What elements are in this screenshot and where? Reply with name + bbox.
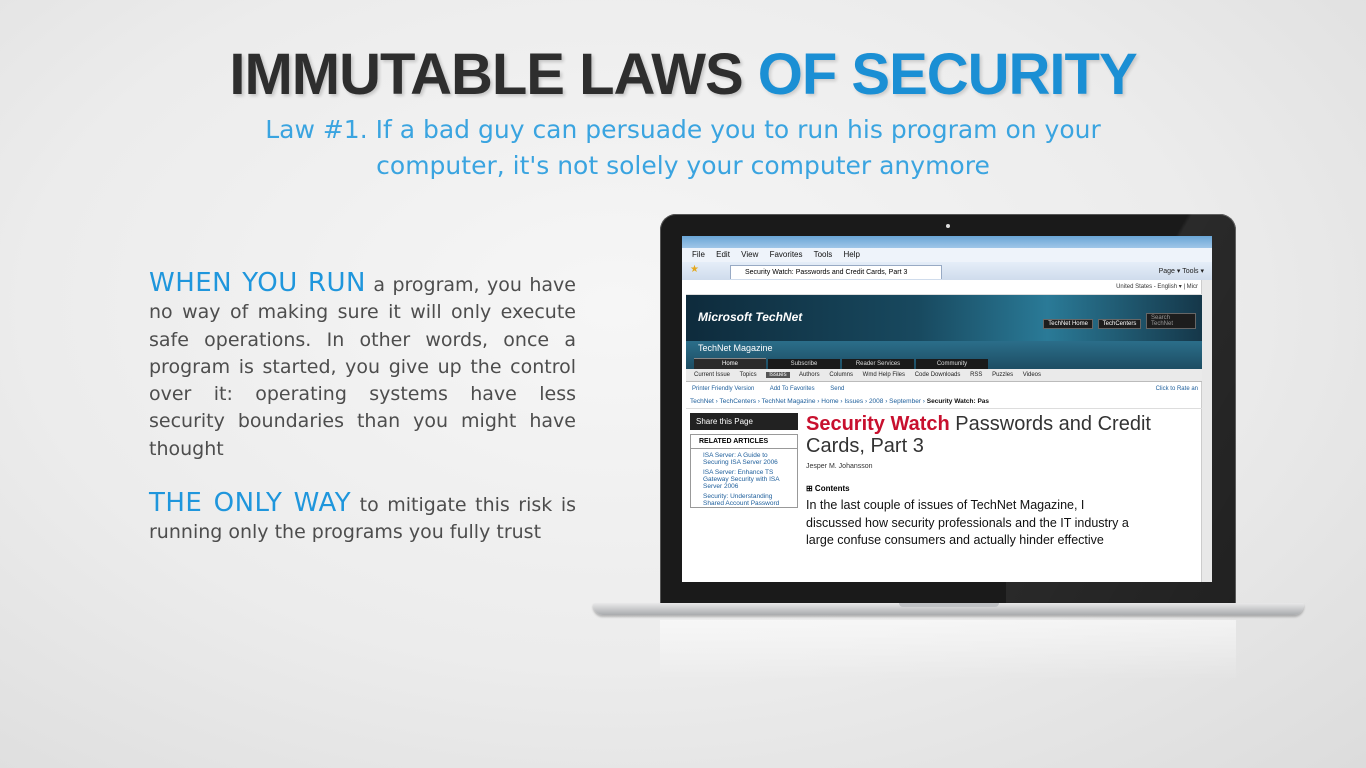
menu-file: File bbox=[692, 250, 705, 259]
banner-buttons: TechNet Home TechCenters Search TechNet bbox=[1040, 313, 1196, 329]
slide-title: IMMUTABLE LAWS OF SECURITY bbox=[0, 40, 1366, 110]
subnav-item: Columns bbox=[829, 372, 853, 378]
main-column: Security Watch Passwords and Credit Card… bbox=[806, 413, 1206, 550]
body-line: discussed how security professionals and… bbox=[806, 515, 1129, 530]
related-item: Security: Understanding Shared Account P… bbox=[703, 493, 780, 507]
tab-home: Home bbox=[694, 358, 766, 369]
paragraph-lead: THE ONLY WAY bbox=[149, 488, 352, 518]
magazine-bar: TechNet Magazine Home Subscribe Reader Ser… bbox=[686, 341, 1202, 369]
laptop-image: File Edit View Favorites Tools Help ★ Se… bbox=[660, 214, 1236, 604]
paragraph-only-way: THE ONLY WAY to mitigate this risk is ru… bbox=[149, 488, 576, 547]
magazine-tabs: Home Subscribe Reader Services Community bbox=[694, 358, 990, 369]
law-subtitle: Law #1. If a bad guy can persuade you to… bbox=[265, 115, 1101, 180]
browser-tabbar: ★ Security Watch: Passwords and Credit C… bbox=[682, 262, 1212, 280]
article-author: Jesper M. Johansson bbox=[806, 463, 873, 470]
related-item: ISA Server: Enhance TS Gateway Security … bbox=[703, 469, 780, 490]
laptop-reflection bbox=[660, 620, 1236, 680]
tab-community: Community bbox=[916, 359, 988, 369]
subnav-item: Authors bbox=[798, 372, 820, 378]
subnav-item: Issues bbox=[766, 372, 790, 378]
webpage-content: United States - English ▾ | Micr Microso… bbox=[686, 280, 1202, 582]
article-body: In the last couple of issues of TechNet … bbox=[806, 497, 1206, 550]
paragraph-text: a program, you have no way of making sur… bbox=[149, 274, 576, 460]
laptop-screen: File Edit View Favorites Tools Help ★ Se… bbox=[682, 236, 1212, 582]
article-title: Security Watch Passwords and Credit Card… bbox=[806, 413, 1206, 457]
printer-friendly-link: Printer Friendly Version bbox=[692, 386, 755, 392]
paragraph-when-you-run: WHEN YOU RUN a program, you have no way … bbox=[149, 268, 576, 463]
paragraph-lead: WHEN YOU RUN bbox=[149, 268, 366, 298]
technet-banner: Microsoft TechNet TechNet Home TechCente… bbox=[686, 295, 1202, 341]
menu-view: View bbox=[741, 250, 759, 259]
menu-favorites: Favorites bbox=[769, 250, 803, 259]
title-part-dark: IMMUTABLE LAWS bbox=[229, 42, 758, 107]
browser-menubar: File Edit View Favorites Tools Help bbox=[682, 248, 1212, 262]
technet-logo: Microsoft TechNet bbox=[698, 310, 803, 324]
breadcrumb-path: TechNet › TechCenters › TechNet Magazine… bbox=[690, 398, 925, 405]
subnav-item: Wmd Help Files bbox=[862, 372, 906, 378]
share-button: Share this Page bbox=[690, 413, 798, 430]
related-heading: RELATED ARTICLES bbox=[691, 435, 797, 449]
menu-edit: Edit bbox=[716, 250, 730, 259]
article-title-red: Security Watch bbox=[806, 413, 950, 435]
tab-reader-services: Reader Services bbox=[842, 359, 914, 369]
related-articles: RELATED ARTICLES ISA Server: A Guide to … bbox=[690, 434, 798, 508]
title-part-blue: OF SECURITY bbox=[757, 42, 1138, 107]
breadcrumb: TechNet › TechCenters › TechNet Magazine… bbox=[686, 396, 1202, 409]
locale-strip: United States - English ▾ | Micr bbox=[686, 280, 1202, 295]
subnav-item: Code Downloads bbox=[914, 372, 961, 378]
article-tools: Printer Friendly Version Add To Favorite… bbox=[686, 382, 1202, 396]
sub-navigation: Current Issue Topics Issues Authors Colu… bbox=[686, 369, 1202, 382]
left-column: Share this Page RELATED ARTICLES ISA Ser… bbox=[690, 413, 798, 508]
subnav-item: RSS bbox=[970, 372, 983, 378]
search-box: Search TechNet bbox=[1146, 313, 1196, 329]
related-item: ISA Server: A Guide to Securing ISA Serv… bbox=[703, 452, 778, 466]
add-favorites-link: Add To Favorites bbox=[769, 386, 815, 392]
magazine-label: TechNet Magazine bbox=[698, 343, 773, 353]
menu-tools: Tools bbox=[813, 250, 833, 259]
subnav-item: Puzzles bbox=[992, 372, 1014, 378]
send-link: Send bbox=[830, 386, 845, 392]
subnav-item: Videos bbox=[1022, 372, 1042, 378]
techcenters-button: TechCenters bbox=[1097, 319, 1142, 329]
rate-link: Click to Rate an bbox=[1155, 386, 1198, 392]
browser-titlebar bbox=[682, 236, 1212, 248]
favorites-star-icon: ★ bbox=[690, 264, 699, 275]
body-line: large confuse consumers and actually hin… bbox=[806, 533, 1104, 547]
laptop-base bbox=[593, 603, 1304, 615]
laptop-notch bbox=[899, 603, 999, 607]
subnav-item: Current Issue bbox=[694, 372, 731, 378]
camera-dot bbox=[946, 224, 950, 228]
contents-toggle: ⊞ Contents bbox=[806, 484, 850, 493]
browser-tools: Page ▾ Tools ▾ bbox=[1158, 268, 1204, 275]
subnav-item: Topics bbox=[739, 372, 757, 378]
body-line: In the last couple of issues of TechNet … bbox=[806, 498, 1085, 512]
browser-tab: Security Watch: Passwords and Credit Car… bbox=[730, 265, 942, 279]
tab-subscribe: Subscribe bbox=[768, 359, 840, 369]
breadcrumb-current: Security Watch: Pas bbox=[926, 398, 990, 405]
menu-help: Help bbox=[843, 250, 860, 259]
technet-home-button: TechNet Home bbox=[1043, 319, 1093, 329]
